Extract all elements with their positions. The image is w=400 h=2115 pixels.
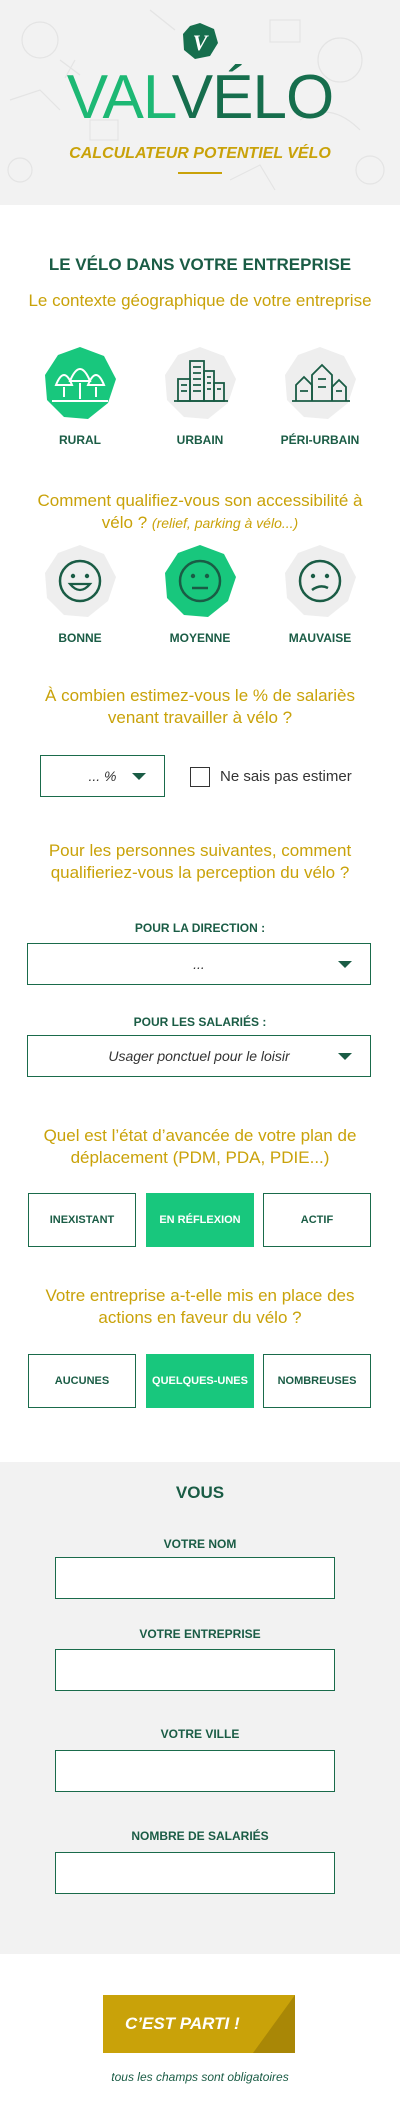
- question-access: Comment qualifiez-vous son accessibilité…: [20, 490, 380, 534]
- city-field[interactable]: [55, 1750, 335, 1792]
- chevron-down-icon: [338, 1053, 352, 1060]
- name-field[interactable]: [55, 1557, 335, 1599]
- choice-peri-urbain[interactable]: PÉRI-URBAIN: [265, 345, 375, 447]
- logo-subtitle: CALCULATEUR POTENTIEL VÉLO: [69, 145, 331, 162]
- choice-label: MOYENNE: [169, 631, 231, 645]
- name-label: VOTRE NOM: [163, 1537, 237, 1551]
- choice-label: BONNE: [58, 631, 102, 645]
- chevron-down-icon: [132, 773, 146, 780]
- actions-option-aucunes[interactable]: AUCUNES: [28, 1354, 136, 1408]
- employees-select[interactable]: Usager ponctuel pour le loisir: [27, 1035, 371, 1077]
- choice-mauvaise[interactable]: MAUVAISE: [265, 543, 375, 645]
- plan-option-en-reflexion[interactable]: EN RÉFLEXION: [146, 1193, 254, 1247]
- houses-icon: [285, 347, 356, 419]
- choice-hex: [162, 345, 238, 421]
- employees-select-value: Usager ponctuel pour le loisir: [108, 1048, 290, 1064]
- employees-count-field[interactable]: [55, 1852, 335, 1894]
- company-name-field[interactable]: [55, 1649, 335, 1691]
- you-section-title: VOUS: [175, 1483, 225, 1502]
- unknown-checkbox[interactable]: [190, 767, 210, 787]
- question-context: Le contexte géographique de votre entrep…: [28, 291, 372, 310]
- city-buildings-icon: [165, 347, 236, 419]
- svg-text:V: V: [193, 30, 210, 55]
- choice-bonne[interactable]: BONNE: [25, 543, 135, 645]
- choice-label: RURAL: [59, 433, 101, 447]
- employees-count-label: NOMBRE DE SALARIÉS: [131, 1829, 269, 1843]
- happy-face-icon: [45, 545, 116, 617]
- actions-option-quelques-unes[interactable]: QUELQUES-UNES: [146, 1354, 254, 1408]
- submit-button[interactable]: C’EST PARTI !: [103, 1995, 295, 2053]
- employees-label: POUR LES SALARIÉS :: [133, 1015, 267, 1029]
- logo-velo: VÉLO: [171, 63, 334, 132]
- percent-select-value: ... %: [88, 768, 117, 784]
- direction-select-value: ...: [193, 956, 205, 972]
- neutral-face-icon: [165, 545, 236, 617]
- plan-option-inexistant[interactable]: INEXISTANT: [28, 1193, 136, 1247]
- direction-label: POUR LA DIRECTION :: [134, 921, 266, 935]
- plan-option-actif[interactable]: ACTIF: [263, 1193, 371, 1247]
- submit-button-label: C’EST PARTI !: [125, 2014, 240, 2033]
- choice-label: MAUVAISE: [288, 631, 352, 645]
- choice-label: PÉRI-URBAIN: [280, 433, 360, 447]
- header-banner: V VALVÉLO CALCULATEUR POTENTIEL VÉLO: [0, 0, 400, 205]
- choice-urbain[interactable]: URBAIN: [145, 345, 255, 447]
- choice-hex: [282, 543, 358, 619]
- required-fields-note: tous les champs sont obligatoires: [111, 2070, 289, 2084]
- question-access-note: (relief, parking à vélo...): [151, 515, 299, 531]
- question-actions: Votre entreprise a-t-elle mis en place d…: [45, 1286, 355, 1327]
- choice-hex: [42, 543, 118, 619]
- logo-val: VAL: [66, 63, 173, 132]
- logo-wordmark: VALVÉLO: [0, 58, 400, 138]
- city-label: VOTRE VILLE: [160, 1727, 240, 1741]
- question-perception: Pour les personnes suivantes, comment qu…: [48, 841, 352, 882]
- logo-underline: [178, 172, 222, 174]
- question-percent: À combien estimez-vous le % de salariès …: [45, 686, 355, 727]
- choice-rural[interactable]: RURAL: [25, 345, 135, 447]
- choice-label: URBAIN: [176, 433, 224, 447]
- chevron-down-icon: [338, 961, 352, 968]
- choice-hex: [42, 345, 118, 421]
- actions-option-nombreuses[interactable]: NOMBREUSES: [263, 1354, 371, 1408]
- choice-hex: [162, 543, 238, 619]
- company-section-title: LE VÉLO DANS VOTRE ENTREPRISE: [48, 255, 352, 274]
- question-plan: Quel est l’état d’avancée de votre plan …: [43, 1126, 357, 1167]
- logo-badge-icon: V: [183, 23, 218, 59]
- trees-icon: [45, 347, 116, 419]
- choice-moyenne[interactable]: MOYENNE: [145, 543, 255, 645]
- choice-hex: [282, 345, 358, 421]
- direction-select[interactable]: ...: [27, 943, 371, 985]
- submit-button-shade: [253, 1995, 295, 2053]
- company-name-label: VOTRE ENTREPRISE: [139, 1627, 261, 1641]
- unknown-checkbox-label[interactable]: Ne sais pas estimer: [220, 767, 352, 787]
- sad-face-icon: [285, 545, 356, 617]
- percent-select[interactable]: ... %: [40, 755, 165, 797]
